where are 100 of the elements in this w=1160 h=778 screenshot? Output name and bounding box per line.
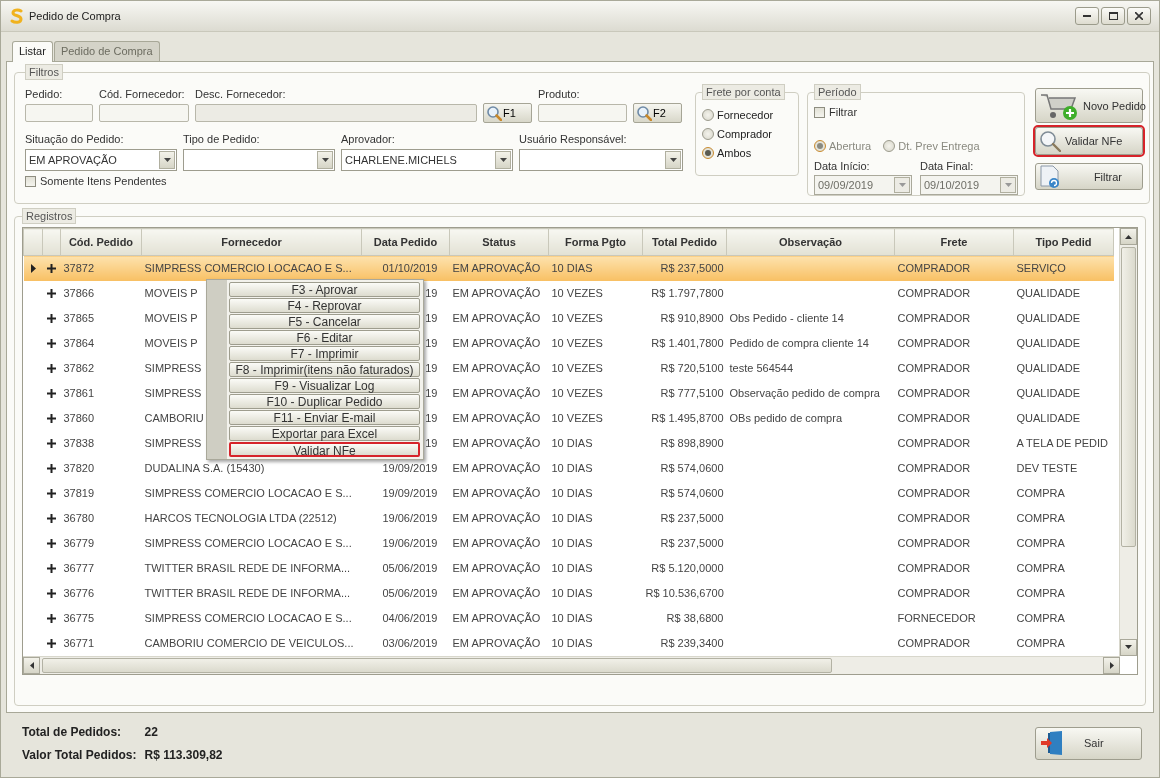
field-label: Data Final: bbox=[920, 160, 975, 172]
vertical-scrollbar[interactable] bbox=[1119, 228, 1137, 656]
table-cell: EM APROVAÇÃO bbox=[452, 487, 541, 499]
tab[interactable]: Pedido de Compra bbox=[53, 41, 160, 61]
scroll-left-icon bbox=[29, 661, 34, 669]
expand-icon[interactable] bbox=[47, 638, 56, 648]
menu-item[interactable]: F8 - Imprimir(itens não faturados) bbox=[229, 362, 420, 377]
expand-icon[interactable] bbox=[47, 463, 56, 473]
menu-item[interactable]: Validar NFe bbox=[229, 442, 420, 457]
radio-button[interactable] bbox=[702, 109, 714, 121]
table-cell: DUDALINA S.A. (15430) bbox=[144, 462, 265, 474]
table-cell: 04/06/2019 bbox=[382, 612, 438, 624]
dropdown[interactable] bbox=[183, 149, 335, 171]
app-logo-icon bbox=[9, 8, 25, 24]
column-header[interactable]: Status bbox=[449, 228, 549, 256]
group-title: Frete por conta bbox=[702, 84, 785, 100]
expand-icon[interactable] bbox=[47, 488, 56, 498]
expand-icon[interactable] bbox=[47, 388, 56, 398]
column-header[interactable]: Frete bbox=[894, 228, 1014, 256]
expand-icon[interactable] bbox=[47, 338, 56, 348]
menu-item[interactable]: F5 - Cancelar bbox=[229, 314, 420, 329]
expand-icon[interactable] bbox=[47, 363, 56, 373]
action-button[interactable]: Validar NFe bbox=[1035, 127, 1143, 155]
table-cell: COMPRADOR bbox=[897, 337, 971, 349]
menu-item[interactable]: F6 - Editar bbox=[229, 330, 420, 345]
table-cell: EM APROVAÇÃO bbox=[452, 337, 541, 349]
checkbox-label: Somente Itens Pendentes bbox=[40, 175, 167, 187]
table-cell: COMPRADOR bbox=[897, 387, 971, 399]
expand-icon[interactable] bbox=[47, 563, 56, 573]
text-field[interactable] bbox=[538, 104, 627, 122]
table-cell: EM APROVAÇÃO bbox=[452, 512, 541, 524]
table-cell: COMPRADOR bbox=[897, 437, 971, 449]
table-cell: 36776 bbox=[63, 587, 95, 599]
menu-item[interactable]: F9 - Visualizar Log bbox=[229, 378, 420, 393]
column-header[interactable]: Fornecedor bbox=[141, 228, 362, 256]
table-cell: 37860 bbox=[63, 412, 95, 424]
exit-button[interactable]: Sair bbox=[1035, 726, 1142, 760]
radio-button[interactable] bbox=[702, 147, 714, 159]
minimize-icon bbox=[1083, 15, 1091, 17]
search-button[interactable]: F1 bbox=[483, 103, 532, 123]
table-cell: COMPRA bbox=[1016, 512, 1065, 524]
expand-icon[interactable] bbox=[47, 413, 56, 423]
expand-icon[interactable] bbox=[47, 288, 56, 298]
column-header[interactable]: Cód. Pedido bbox=[60, 228, 142, 256]
menu-item[interactable]: Exportar para Excel bbox=[229, 426, 420, 441]
table-cell: 19 bbox=[425, 337, 438, 349]
search-button[interactable]: F2 bbox=[633, 103, 682, 123]
menu-item[interactable]: F4 - Reprovar bbox=[229, 298, 420, 313]
table-cell: R$ 720,5100 bbox=[660, 362, 724, 374]
table-cell: 10 VEZES bbox=[551, 362, 603, 374]
column-header[interactable]: Observação bbox=[726, 228, 895, 256]
table-cell: COMPRADOR bbox=[897, 262, 971, 275]
table-cell: SIMPRESS bbox=[144, 362, 202, 374]
table-cell: COMPRA bbox=[1016, 637, 1065, 649]
minimize-button[interactable] bbox=[1075, 7, 1099, 25]
column-header[interactable]: Forma Pgto bbox=[548, 228, 643, 256]
expand-icon[interactable] bbox=[47, 538, 56, 548]
table-cell: 37862 bbox=[63, 362, 95, 374]
menu-item[interactable]: F10 - Duplicar Pedido bbox=[229, 394, 420, 409]
dropdown[interactable]: CHARLENE.MICHELS bbox=[341, 149, 513, 171]
table-cell: EM APROVAÇÃO bbox=[452, 387, 541, 399]
scroll-right-icon bbox=[1109, 661, 1114, 669]
close-button[interactable] bbox=[1127, 7, 1151, 25]
table-cell: R$ 239,3400 bbox=[660, 637, 724, 649]
checkbox[interactable] bbox=[814, 106, 825, 118]
expand-icon[interactable] bbox=[47, 613, 56, 623]
column-header[interactable]: Tipo Pedid bbox=[1013, 228, 1114, 256]
menu-item[interactable]: F3 - Aprovar bbox=[229, 282, 420, 297]
menu-item[interactable]: F7 - Imprimir bbox=[229, 346, 420, 361]
radio-button[interactable] bbox=[702, 128, 714, 140]
expand-icon[interactable] bbox=[47, 313, 56, 323]
column-header[interactable]: Data Pedido bbox=[361, 228, 450, 256]
dropdown[interactable] bbox=[519, 149, 683, 171]
table-cell: COMPRADOR bbox=[897, 412, 971, 424]
expand-icon[interactable] bbox=[47, 263, 56, 273]
table-cell: A TELA DE PEDID bbox=[1016, 437, 1108, 449]
table-cell: 37866 bbox=[63, 287, 95, 299]
menu-item[interactable]: F11 - Enviar E-mail bbox=[229, 410, 420, 425]
expand-icon[interactable] bbox=[47, 513, 56, 523]
table-cell: R$ 5.120,0000 bbox=[651, 562, 724, 574]
dropdown[interactable]: EM APROVAÇÃO bbox=[25, 149, 177, 171]
table-cell: R$ 1.401,7800 bbox=[651, 337, 724, 349]
table-cell: R$ 10.536,6700 bbox=[645, 587, 724, 599]
column-header[interactable]: Total Pedido bbox=[642, 228, 727, 256]
table-cell: R$ 574,0600 bbox=[660, 487, 724, 499]
checkbox[interactable] bbox=[25, 175, 36, 187]
table-cell: EM APROVAÇÃO bbox=[452, 437, 541, 449]
expand-icon[interactable] bbox=[47, 438, 56, 448]
horizontal-scrollbar[interactable] bbox=[23, 655, 1120, 674]
action-button[interactable]: Filtrar bbox=[1035, 163, 1143, 190]
table-cell: 36777 bbox=[63, 562, 95, 574]
table-cell: Obs Pedido - cliente 14 bbox=[729, 312, 844, 324]
maximize-button[interactable] bbox=[1101, 7, 1125, 25]
search-icon bbox=[1039, 130, 1061, 152]
table-cell: R$ 574,0600 bbox=[660, 462, 724, 474]
table-cell: COMPRA bbox=[1016, 587, 1065, 599]
expand-icon[interactable] bbox=[47, 588, 56, 598]
text-field[interactable] bbox=[25, 104, 93, 122]
text-field[interactable] bbox=[99, 104, 189, 122]
tab[interactable]: Listar bbox=[12, 41, 53, 62]
